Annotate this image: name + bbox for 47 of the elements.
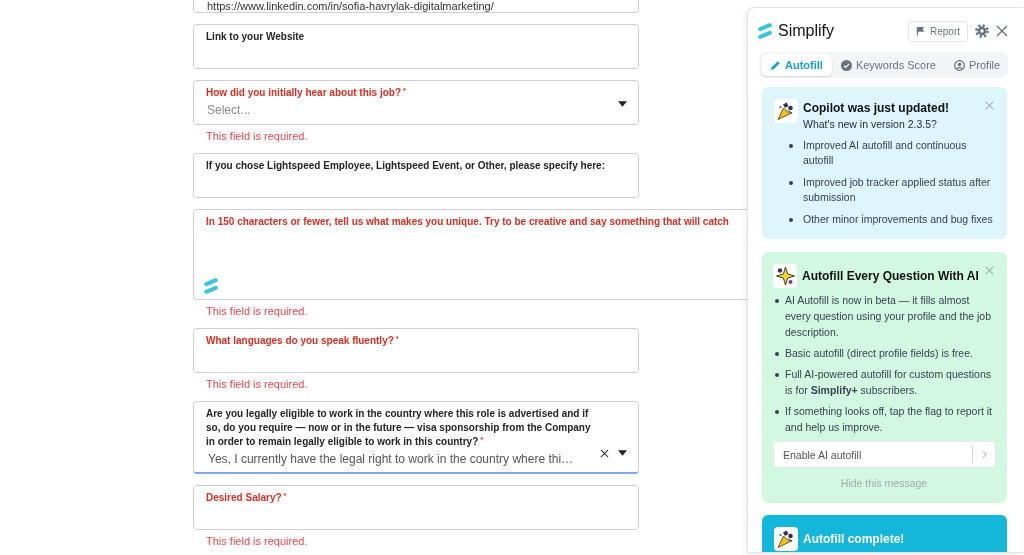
card-subtitle: What's new in version 2.3.5?: [803, 117, 937, 132]
tab[interactable]: Profile: [945, 54, 1010, 76]
tab[interactable]: Keywords Score: [831, 54, 945, 76]
list-item-text: Basic autofill (direct profile fields) is free.: [785, 346, 973, 361]
user-icon: [954, 59, 965, 71]
brand-name: Simplify: [778, 22, 834, 40]
bullet-icon: [789, 218, 793, 222]
flag-icon: [916, 26, 925, 36]
text-field[interactable]: https://www.linkedin.com/in/sofia-havrylak-digitalmarketing/: [193, 0, 639, 13]
bullet-icon: [775, 372, 779, 377]
caret-icon: [618, 101, 627, 107]
list-item-text: Improved AI autofill and continuous autofill: [803, 138, 968, 168]
settings-icon[interactable]: [975, 24, 989, 38]
text-field[interactable]: Link to your Website: [193, 24, 639, 69]
card-title: Autofill complete!: [803, 531, 905, 547]
bullet-icon: [789, 144, 793, 148]
error-message: This field is required.: [206, 377, 309, 391]
error-message: This field is required.: [206, 534, 309, 548]
error-message: This field is required.: [206, 304, 309, 318]
list-item-text: If something looks off, tap the flag to report it and help us improve.: [785, 404, 993, 435]
card-title: Autofill Every Question With AI: [802, 268, 979, 284]
bullet-icon: [789, 181, 793, 185]
close-icon[interactable]: [996, 25, 1008, 37]
list-item-text: Other minor improvements and bug fixes: [803, 212, 993, 227]
pencil-icon: [770, 59, 781, 71]
bullet-icon: [775, 351, 779, 356]
clear-icon[interactable]: [600, 448, 609, 458]
list-item-text: Improved job tracker applied status after submission: [803, 175, 992, 205]
field-label: If you chose Lightspeed Employee, Lightspeed Event, or Other, please specify here:: [206, 159, 606, 173]
tab[interactable]: Autofill: [761, 54, 832, 76]
caret-icon: [618, 450, 627, 456]
error-message: This field is required.: [206, 129, 309, 143]
enable-autofill-button[interactable]: Enable AI autofill: [773, 441, 996, 468]
logo-icon: [758, 23, 772, 39]
sparkle-icon: [773, 264, 797, 288]
list-item-text: AI Autofill is now in beta — it fills almost every question using your profile and the job description.: [785, 293, 993, 340]
field-label: Link to your Website: [206, 30, 306, 44]
report-button[interactable]: Report: [908, 20, 968, 42]
text-area[interactable]: In 150 characters or fewer, tell us what makes you unique. Try to be creative and say something that will catch: [193, 209, 747, 300]
list-item-text: Full AI-powered autofill for custom questions is for Simplify+ subscribers.: [785, 367, 993, 398]
field-label: In 150 characters or fewer, tell us what makes you unique. Try to be creative and say something that will catch: [206, 215, 730, 229]
check-circle-icon: [840, 59, 852, 71]
bullet-icon: [775, 409, 779, 414]
bullet-icon: [775, 298, 779, 303]
card-title: Copilot was just updated!: [803, 100, 949, 116]
party-popper-icon: [774, 99, 798, 123]
text-field[interactable]: If you chose Lightspeed Employee, Lightspeed Event, or Other, please specify here:: [193, 153, 639, 198]
